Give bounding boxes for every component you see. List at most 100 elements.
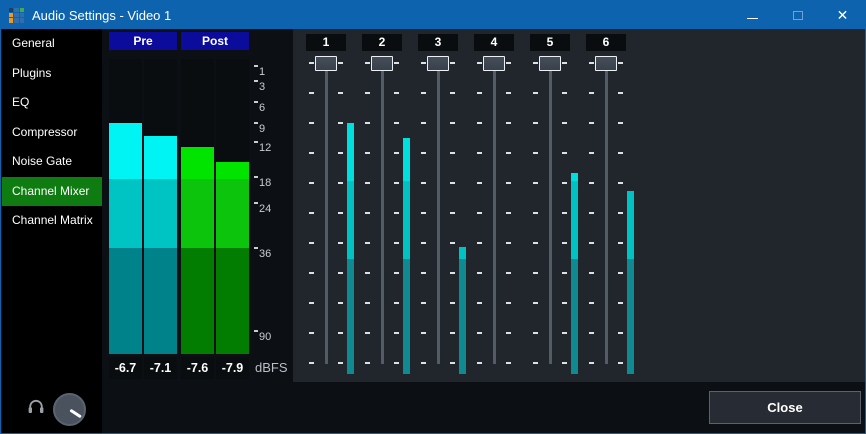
fader-tick-left — [365, 122, 370, 124]
fader-tick-left — [533, 302, 538, 304]
sidebar-item-general[interactable]: General — [2, 29, 102, 59]
fader-tick-left — [533, 122, 538, 124]
scale-tick-mark-1 — [254, 65, 258, 67]
minimize-button[interactable] — [730, 1, 775, 29]
fader-tick-left — [421, 332, 426, 334]
scale-tick-label-6: 6 — [259, 101, 281, 115]
fader-tick-right — [618, 332, 623, 334]
minimize-icon — [747, 18, 758, 19]
fader-tick-left — [309, 332, 314, 334]
fader-tick-left — [365, 362, 370, 364]
fader-tick-left — [309, 122, 314, 124]
fader-tick-left — [533, 62, 538, 64]
fader-tick-right — [394, 122, 399, 124]
pre-meter-bar-0-segment-0 — [109, 123, 142, 179]
channel-4-fader-track[interactable] — [493, 59, 496, 364]
fader-tick-right — [338, 122, 343, 124]
channel-1-fader-track[interactable] — [325, 59, 328, 364]
titlebar[interactable]: Audio Settings - Video 1 ✕ — [1, 1, 865, 29]
channel-1-fader-handle[interactable] — [315, 56, 337, 71]
fader-tick-right — [450, 152, 455, 154]
fader-tick-left — [421, 212, 426, 214]
fader-tick-right — [562, 182, 567, 184]
meter-value-0: -6.7 — [109, 357, 142, 379]
fader-tick-right — [394, 92, 399, 94]
scale-tick-mark-24 — [254, 202, 258, 204]
fader-tick-right — [618, 92, 623, 94]
audio-settings-window: Audio Settings - Video 1 ✕ GeneralPlugin… — [0, 0, 866, 434]
fader-tick-left — [533, 212, 538, 214]
fader-tick-right — [618, 302, 623, 304]
close-window-button[interactable]: ✕ — [820, 1, 865, 29]
fader-tick-left — [421, 92, 426, 94]
fader-tick-right — [618, 362, 623, 364]
fader-tick-left — [309, 182, 314, 184]
fader-tick-right — [562, 122, 567, 124]
channel-2-level-meter-segment-1 — [403, 181, 410, 259]
fader-tick-right — [506, 302, 511, 304]
fader-tick-right — [450, 272, 455, 274]
channel-6-level-meter-segment-2 — [627, 259, 634, 374]
channel-2-header: 2 — [362, 34, 402, 51]
fader-tick-right — [394, 212, 399, 214]
sidebar-item-noise-gate[interactable]: Noise Gate — [2, 147, 102, 177]
pre-meter-bar-1-segment-1 — [144, 179, 177, 248]
channel-6-fader-handle[interactable] — [595, 56, 617, 71]
channel-3-fader-handle[interactable] — [427, 56, 449, 71]
sidebar-nav: GeneralPluginsEQCompressorNoise GateChan… — [2, 29, 102, 434]
scale-tick-mark-3 — [254, 80, 258, 82]
knob-pointer — [69, 409, 82, 419]
fader-tick-left — [477, 272, 482, 274]
sidebar-item-eq[interactable]: EQ — [2, 88, 102, 118]
channel-2-fader-track[interactable] — [381, 59, 384, 364]
fader-tick-right — [562, 302, 567, 304]
headphone-volume-knob[interactable] — [53, 393, 86, 426]
pre-meter-bar-1-segment-2 — [144, 248, 177, 354]
fader-tick-left — [365, 62, 370, 64]
fader-tick-left — [421, 122, 426, 124]
channel-1-header: 1 — [306, 34, 346, 51]
fader-tick-left — [589, 362, 594, 364]
channel-1-level-meter-segment-0 — [347, 123, 354, 181]
fader-tick-right — [394, 242, 399, 244]
pre-meter-header: Pre — [109, 32, 177, 50]
fader-tick-left — [477, 302, 482, 304]
fader-tick-right — [394, 272, 399, 274]
post-meter-bar-3-segment-1 — [216, 179, 249, 248]
channel-2-fader-handle[interactable] — [371, 56, 393, 71]
sidebar-item-plugins[interactable]: Plugins — [2, 59, 102, 89]
fader-tick-left — [309, 92, 314, 94]
fader-tick-right — [562, 362, 567, 364]
scale-tick-mark-18 — [254, 176, 258, 178]
channel-5-fader-track[interactable] — [549, 59, 552, 364]
logo-square-2 — [20, 8, 24, 12]
dbfs-unit-label: dBFS — [255, 357, 288, 379]
sidebar-item-channel-matrix[interactable]: Channel Matrix — [2, 206, 102, 236]
app-logo-icon — [9, 8, 24, 23]
fader-tick-right — [450, 92, 455, 94]
channel-4-header: 4 — [474, 34, 514, 51]
channel-5-fader-handle[interactable] — [539, 56, 561, 71]
fader-tick-left — [421, 62, 426, 64]
fader-tick-right — [394, 62, 399, 64]
fader-tick-left — [421, 152, 426, 154]
fader-tick-right — [506, 362, 511, 364]
sidebar-item-channel-mixer[interactable]: Channel Mixer — [2, 177, 102, 207]
channel-3-fader-track[interactable] — [437, 59, 440, 364]
meter-value-3: -7.9 — [216, 357, 249, 379]
sidebar-item-compressor[interactable]: Compressor — [2, 118, 102, 148]
channel-6-fader-track[interactable] — [605, 59, 608, 364]
fader-tick-left — [365, 242, 370, 244]
close-button[interactable]: Close — [709, 391, 861, 424]
fader-tick-right — [394, 182, 399, 184]
headphones-icon[interactable] — [27, 398, 45, 415]
fader-tick-right — [450, 332, 455, 334]
fader-tick-right — [338, 242, 343, 244]
fader-tick-left — [533, 332, 538, 334]
logo-square-0 — [9, 8, 13, 12]
logo-square-3 — [9, 13, 13, 17]
logo-square-8 — [20, 18, 24, 22]
post-meter-bar-2-segment-2 — [181, 248, 214, 354]
channel-4-fader-handle[interactable] — [483, 56, 505, 71]
fader-tick-left — [477, 332, 482, 334]
